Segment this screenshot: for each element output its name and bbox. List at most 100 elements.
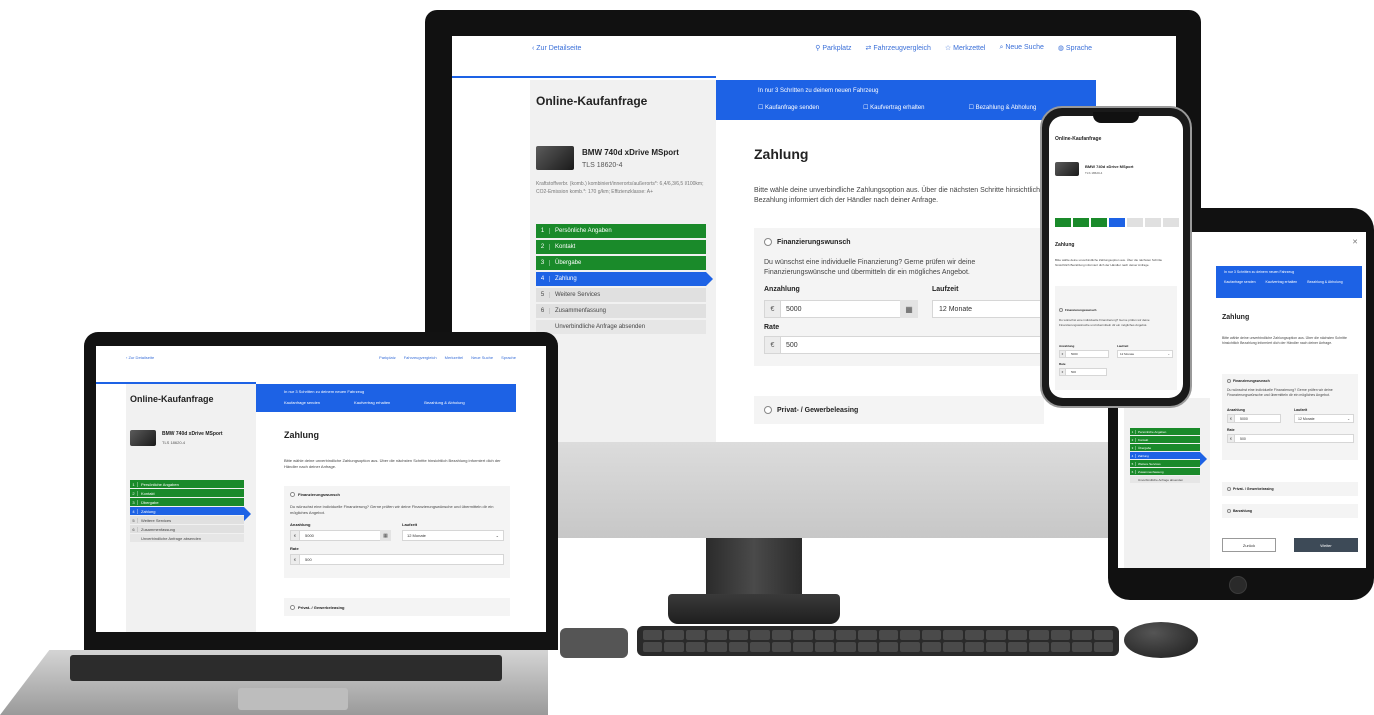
laptop-tab-3[interactable]: Bezahlung & Abholung <box>424 400 464 405</box>
tablet-term-select[interactable]: 12 Monate ⌄ <box>1294 414 1354 423</box>
phone-step-4[interactable] <box>1109 218 1125 227</box>
tablet-step-4[interactable]: 4 Zahlung <box>1130 452 1207 466</box>
nav-merkzettel[interactable]: ☆ Merkzettel <box>945 44 986 52</box>
tablet-term-label: Laufzeit <box>1294 408 1308 412</box>
next-button[interactable]: Weiter <box>1294 538 1358 552</box>
tablet-finance-option[interactable]: Finanzierungswunsch <box>1227 379 1270 384</box>
laptop-leasing-option[interactable]: Privat- / Gewerbeleasing <box>284 598 510 616</box>
tablet-heading: Zahlung <box>1222 314 1250 321</box>
laptop-step-list: 1 Persönliche Angaben 2 Kontakt 3 Übergabe … <box>130 480 251 544</box>
tablet-step-6[interactable]: 6 Zusammenfassung <box>1130 468 1200 475</box>
laptop-step-3[interactable]: 3 Übergabe <box>130 498 244 506</box>
tablet-tab-1[interactable]: Kaufanfrage senden <box>1224 280 1256 284</box>
tab-kaufanfrage[interactable]: ☐ Kaufanfrage senden <box>758 104 819 111</box>
phone-car-name: BMW 740d xDrive MSport <box>1085 164 1134 169</box>
tablet-step-3[interactable]: 3 Übergabe <box>1130 444 1200 451</box>
laptop-down-label: Anzahlung <box>290 522 311 527</box>
tablet-down-input[interactable]: €5000 <box>1227 414 1281 423</box>
section-heading: Zahlung <box>754 146 809 162</box>
rate-input[interactable]: €500 <box>764 336 1044 354</box>
steps-banner: In nur 3 Schritten zu deinem neuen Fahrz… <box>716 80 1096 120</box>
tablet-steps-intro: In nur 3 Schritten zu deinem neuen Fahrz… <box>1224 270 1295 274</box>
phone-term-select[interactable]: 12 Monate ⌄ <box>1117 350 1173 358</box>
step-persoenliche-angaben[interactable]: 1 Persönliche Angaben <box>536 224 706 238</box>
tablet-step-1[interactable]: 1 Persönliche Angaben <box>1130 428 1200 435</box>
laptop-steps-intro: In nur 3 Schritten zu deinem neuen Fahrz… <box>284 389 365 394</box>
laptop-nav-merkzettel[interactable]: Merkzettel <box>445 355 463 360</box>
step-kontakt[interactable]: 2 Kontakt <box>536 240 706 254</box>
phone-down-label: Anzahlung <box>1059 344 1075 348</box>
laptop-nav-parkplatz[interactable]: Parkplatz <box>379 355 396 360</box>
down-payment-input[interactable]: €5000 <box>764 300 912 318</box>
laptop-trackpad <box>238 688 348 710</box>
phone-intro: Bitte wähle deine unverbindliche Zahlung… <box>1055 258 1163 267</box>
phone-down-input[interactable]: €5000 <box>1059 350 1109 358</box>
tablet-home-button[interactable] <box>1229 576 1247 594</box>
laptop-submit-step[interactable]: Unverbindliche Anfrage absenden <box>130 534 244 542</box>
step-weitere-services[interactable]: 5 Weitere Services <box>536 288 706 302</box>
tablet-step-5[interactable]: 5 Weitere Services <box>1130 460 1200 467</box>
tablet-tab-2[interactable]: Kaufvertrag erhalten <box>1266 280 1298 284</box>
finance-card: Finanzierungswunsch Du wünschst eine ind… <box>754 228 1044 366</box>
tablet-cash-option[interactable]: Barzahlung <box>1222 504 1358 518</box>
tablet-leasing-option[interactable]: Privat- / Gewerbeleasing <box>1222 482 1358 496</box>
laptop-calculator-icon[interactable]: ▦ <box>380 530 391 541</box>
laptop-finance-option[interactable]: Finanzierungswunsch <box>290 492 340 498</box>
calculator-icon[interactable]: ▦ <box>900 300 918 318</box>
phone-step-5[interactable] <box>1127 218 1143 227</box>
close-icon[interactable]: ✕ <box>1352 238 1358 246</box>
laptop-step-5[interactable]: 5 Weitere Services <box>130 516 244 524</box>
tab-kaufvertrag[interactable]: ☐ Kaufvertrag erhalten <box>863 104 924 111</box>
phone-step-2[interactable] <box>1073 218 1089 227</box>
nav-parkplatz[interactable]: ⚲ Parkplatz <box>815 44 851 52</box>
phone-step-dots <box>1055 218 1179 227</box>
step-zusammenfassung[interactable]: 6 Zusammenfassung <box>536 304 706 318</box>
tab-bezahlung[interactable]: ☐ Bezahlung & Abholung <box>969 104 1037 111</box>
laptop-down-input[interactable]: €5000 <box>290 530 388 541</box>
laptop-nav-suche[interactable]: Neue Suche <box>471 355 493 360</box>
phone-notch <box>1093 112 1139 123</box>
finance-option[interactable]: Finanzierungswunsch <box>764 238 851 246</box>
back-button[interactable]: Zurück <box>1222 538 1276 552</box>
laptop-step-2[interactable]: 2 Kontakt <box>130 489 244 497</box>
laptop-back-link[interactable]: ‹ Zur Detailseite <box>126 355 154 360</box>
laptop-tab-2[interactable]: Kaufvertrag erhalten <box>354 400 390 405</box>
laptop-term-select[interactable]: 12 Monate ⌄ <box>402 530 504 541</box>
phone-screen: Online-Kaufanfrage BMW 740d xDrive MSpor… <box>1049 116 1183 398</box>
tablet-step-2[interactable]: 2 Kontakt <box>1130 436 1200 443</box>
phone-step-7[interactable] <box>1163 218 1179 227</box>
phone-finance-option[interactable]: Finanzierungswunsch <box>1059 308 1097 313</box>
laptop-nav-sprache[interactable]: Sprache <box>501 355 516 360</box>
laptop-rate-input[interactable]: €500 <box>290 554 504 565</box>
phone-page-title: Online-Kaufanfrage <box>1055 136 1102 142</box>
tablet-rate-input[interactable]: €500 <box>1227 434 1354 443</box>
phone-car-id: TLS 18620-4 <box>1085 171 1103 175</box>
phone-step-3[interactable] <box>1091 218 1107 227</box>
laptop-step-1[interactable]: 1 Persönliche Angaben <box>130 480 244 488</box>
step-zahlung[interactable]: 4 Zahlung <box>536 272 713 286</box>
laptop-nav-vergleich[interactable]: Fahrzeugvergleich <box>404 355 437 360</box>
nav-neue-suche[interactable]: ⌕ Neue Suche <box>999 44 1043 52</box>
nav-sprache[interactable]: ◍ Sprache <box>1058 44 1092 52</box>
phone-step-1[interactable] <box>1055 218 1071 227</box>
tablet-tab-3[interactable]: Bezahlung & Abholung <box>1307 280 1342 284</box>
tablet-submit-step[interactable]: Unverbindliche Anfrage absenden <box>1130 476 1200 483</box>
back-link[interactable]: ‹ Zur Detailseite <box>532 45 581 52</box>
finance-radio[interactable] <box>764 238 772 246</box>
step-list: 1 Persönliche Angaben 2 Kontakt 3 Übergabe … <box>536 224 713 336</box>
page-title: Online-Kaufanfrage <box>536 94 648 108</box>
phone-car-thumbnail <box>1055 162 1079 176</box>
finance-text: Du wünschst eine individuelle Finanzieru… <box>764 259 976 276</box>
leasing-radio[interactable] <box>764 406 772 414</box>
nav-fahrzeugvergleich[interactable]: ⇄ Fahrzeugvergleich <box>866 44 931 52</box>
mouse <box>1124 622 1198 658</box>
laptop-tab-1[interactable]: Kaufanfrage senden <box>284 400 320 405</box>
laptop-step-6[interactable]: 6 Zusammenfassung <box>130 525 244 533</box>
phone-rate-input[interactable]: €500 <box>1059 368 1107 376</box>
laptop-step-4[interactable]: 4 Zahlung <box>130 507 251 521</box>
step-uebergabe[interactable]: 3 Übergabe <box>536 256 706 270</box>
phone-step-6[interactable] <box>1145 218 1161 227</box>
submit-request-step[interactable]: Unverbindliche Anfrage absenden <box>536 320 706 334</box>
leasing-option[interactable]: Privat- / Gewerbeleasing <box>754 396 1044 424</box>
term-select[interactable]: 12 Monate <box>932 300 1044 318</box>
